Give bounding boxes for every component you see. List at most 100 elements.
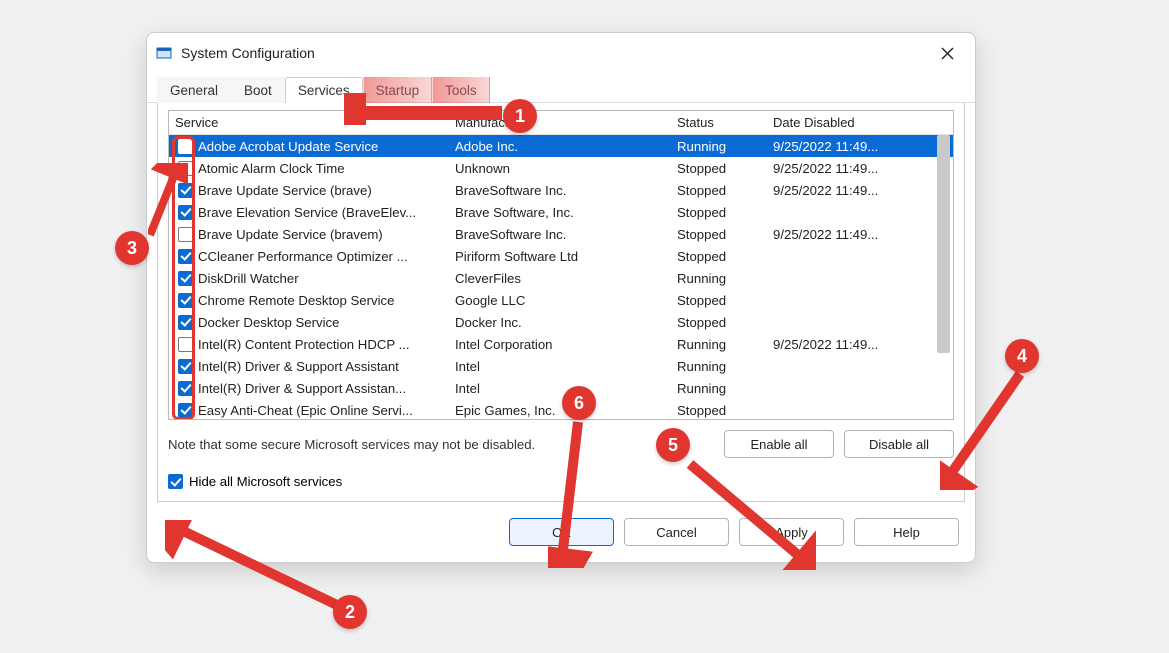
service-name: Easy Anti-Cheat (Epic Online Servi...	[198, 403, 413, 418]
service-row[interactable]: Docker Desktop ServiceDocker Inc.Stopped	[169, 311, 953, 333]
service-manufacturer: CleverFiles	[449, 271, 671, 286]
service-manufacturer: Epic Games, Inc.	[449, 403, 671, 418]
annotation-badge-6: 6	[562, 386, 596, 420]
service-checkbox[interactable]	[178, 359, 193, 374]
hide-ms-services-checkbox[interactable]	[168, 474, 183, 489]
service-name: Atomic Alarm Clock Time	[198, 161, 345, 176]
tab-services[interactable]: Services	[285, 77, 363, 103]
service-name: DiskDrill Watcher	[198, 271, 299, 286]
service-checkbox[interactable]	[178, 403, 193, 418]
service-manufacturer: Intel	[449, 359, 671, 374]
list-header: Service Manufacturer Status Date Disable…	[169, 111, 953, 135]
service-status: Stopped	[671, 227, 767, 242]
service-row[interactable]: Atomic Alarm Clock Time UnknownStopped9/2…	[169, 157, 953, 179]
service-status: Stopped	[671, 161, 767, 176]
service-name: CCleaner Performance Optimizer ...	[198, 249, 408, 264]
tab-general[interactable]: General	[157, 77, 231, 103]
service-name: Chrome Remote Desktop Service	[198, 293, 394, 308]
service-status: Stopped	[671, 249, 767, 264]
service-row[interactable]: Chrome Remote Desktop Service Google LLCS…	[169, 289, 953, 311]
service-checkbox[interactable]	[178, 337, 193, 352]
service-manufacturer: Piriform Software Ltd	[449, 249, 671, 264]
service-row[interactable]: Intel(R) Content Protection HDCP ... Inte…	[169, 333, 953, 355]
col-date-disabled[interactable]: Date Disabled	[767, 115, 953, 130]
annotation-badge-4: 4	[1005, 339, 1039, 373]
col-status[interactable]: Status	[671, 115, 767, 130]
service-row[interactable]: Brave Update Service (bravem)BraveSoftwa…	[169, 223, 953, 245]
service-status: Running	[671, 381, 767, 396]
service-manufacturer: Intel	[449, 381, 671, 396]
service-checkbox[interactable]	[178, 381, 193, 396]
service-row[interactable]: Brave Update Service (brave) BraveSoftwar…	[169, 179, 953, 201]
hide-ms-services-row: Hide all Microsoft services	[168, 474, 954, 489]
services-panel: Service Manufacturer Status Date Disable…	[157, 102, 965, 502]
service-row[interactable]: CCleaner Performance Optimizer ... Pirifo…	[169, 245, 953, 267]
service-row[interactable]: Easy Anti-Cheat (Epic Online Servi... Epi…	[169, 399, 953, 419]
service-row[interactable]: DiskDrill Watcher CleverFilesRunning	[169, 267, 953, 289]
service-date-disabled: 9/25/2022 11:49...	[767, 183, 953, 198]
service-date-disabled: 9/25/2022 11:49...	[767, 337, 953, 352]
service-status: Stopped	[671, 183, 767, 198]
service-name: Intel(R) Driver & Support Assistant	[198, 359, 399, 374]
titlebar: System Configuration	[147, 33, 975, 75]
window-title: System Configuration	[181, 45, 927, 61]
service-row[interactable]: Intel(R) Driver & Support Assistan... Int…	[169, 377, 953, 399]
service-status: Running	[671, 271, 767, 286]
tab-boot[interactable]: Boot	[231, 77, 285, 103]
apply-button[interactable]: Apply	[739, 518, 844, 546]
tabstrip: General Boot Services Startup Tools	[147, 76, 975, 103]
note-text: Note that some secure Microsoft services…	[168, 437, 714, 452]
service-manufacturer: BraveSoftware Inc.	[449, 183, 671, 198]
annotation-badge-1: 1	[503, 99, 537, 133]
col-manufacturer[interactable]: Manufacturer	[449, 115, 671, 130]
service-date-disabled: 9/25/2022 11:49...	[767, 161, 953, 176]
service-status: Running	[671, 337, 767, 352]
service-checkbox[interactable]	[178, 205, 193, 220]
close-icon	[941, 47, 954, 60]
col-service[interactable]: Service	[169, 115, 449, 130]
tab-tools[interactable]: Tools	[432, 77, 490, 103]
service-manufacturer: Intel Corporation	[449, 337, 671, 352]
service-row[interactable]: Intel(R) Driver & Support Assistant Intel…	[169, 355, 953, 377]
service-row[interactable]: Brave Elevation Service (BraveElev...Bra…	[169, 201, 953, 223]
service-name: Brave Update Service (bravem)	[198, 227, 383, 242]
cancel-button[interactable]: Cancel	[624, 518, 729, 546]
services-list: Service Manufacturer Status Date Disable…	[168, 110, 954, 420]
app-icon	[155, 44, 173, 62]
service-name: Intel(R) Content Protection HDCP ...	[198, 337, 410, 352]
annotation-badge-5: 5	[656, 428, 690, 462]
service-name: Adobe Acrobat Update Service	[198, 139, 378, 154]
service-checkbox[interactable]	[178, 293, 193, 308]
help-button[interactable]: Help	[854, 518, 959, 546]
service-date-disabled: 9/25/2022 11:49...	[767, 139, 953, 154]
close-button[interactable]	[927, 38, 967, 68]
dialog-buttons: OK Cancel Apply Help	[147, 512, 975, 562]
service-checkbox[interactable]	[178, 249, 193, 264]
service-checkbox[interactable]	[178, 183, 193, 198]
ok-button[interactable]: OK	[509, 518, 614, 546]
service-manufacturer: Unknown	[449, 161, 671, 176]
service-checkbox[interactable]	[178, 315, 193, 330]
list-body[interactable]: Adobe Acrobat Update ServiceAdobe Inc.Ru…	[169, 135, 953, 419]
service-checkbox[interactable]	[178, 271, 193, 286]
tab-startup[interactable]: Startup	[363, 77, 433, 103]
service-status: Stopped	[671, 403, 767, 418]
service-name: Docker Desktop Service	[198, 315, 339, 330]
annotation-badge-2: 2	[333, 595, 367, 629]
service-name: Intel(R) Driver & Support Assistan...	[198, 381, 406, 396]
service-row[interactable]: Adobe Acrobat Update ServiceAdobe Inc.Ru…	[169, 135, 953, 157]
service-status: Stopped	[671, 315, 767, 330]
service-checkbox[interactable]	[178, 227, 193, 242]
service-status: Stopped	[671, 205, 767, 220]
service-manufacturer: Google LLC	[449, 293, 671, 308]
service-status: Running	[671, 359, 767, 374]
enable-all-button[interactable]: Enable all	[724, 430, 834, 458]
service-checkbox[interactable]	[178, 161, 193, 176]
service-name: Brave Elevation Service (BraveElev...	[198, 205, 416, 220]
hide-ms-services-label: Hide all Microsoft services	[189, 474, 342, 489]
service-checkbox[interactable]	[178, 139, 193, 154]
service-name: Brave Update Service (brave)	[198, 183, 372, 198]
disable-all-button[interactable]: Disable all	[844, 430, 954, 458]
scrollbar-thumb[interactable]	[937, 135, 950, 353]
service-status: Stopped	[671, 293, 767, 308]
